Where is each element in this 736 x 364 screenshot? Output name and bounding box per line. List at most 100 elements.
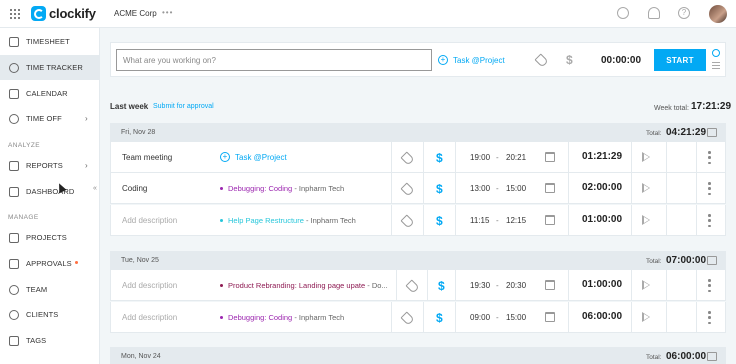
- sidebar-item-label: REPORTS: [26, 161, 63, 170]
- more-options-icon[interactable]: [708, 214, 711, 227]
- notifications-bell-icon[interactable]: [648, 7, 660, 19]
- billable-dollar-icon[interactable]: $: [438, 279, 445, 293]
- time-range-dash: -: [496, 216, 499, 225]
- entry-duration[interactable]: 06:00:00: [582, 311, 622, 322]
- entry-start-time[interactable]: 19:00: [470, 153, 490, 162]
- billable-dollar-icon[interactable]: $: [566, 53, 573, 67]
- entry-end-time[interactable]: 20:21: [506, 153, 526, 162]
- project-color-dot: [220, 219, 223, 222]
- divider: [631, 302, 632, 332]
- apps-grid-icon[interactable]: [10, 9, 20, 19]
- play-icon[interactable]: [642, 183, 650, 193]
- divider: [455, 173, 456, 203]
- divider: [696, 302, 697, 332]
- sidebar-item-time-tracker[interactable]: TIME TRACKER: [0, 55, 100, 80]
- bulk-edit-icon[interactable]: [707, 128, 717, 137]
- timer-mode-clock-icon[interactable]: [712, 49, 720, 57]
- entry-start-time[interactable]: 19:30: [470, 281, 490, 290]
- entry-description[interactable]: Coding: [122, 184, 147, 193]
- entry-description[interactable]: Add description: [122, 216, 177, 225]
- entry-start-time[interactable]: 09:00: [470, 313, 490, 322]
- sidebar-item-clients[interactable]: CLIENTS: [0, 302, 100, 327]
- tag-icon[interactable]: [400, 151, 415, 166]
- entry-start-time[interactable]: 11:15: [470, 216, 489, 225]
- divider: [631, 142, 632, 172]
- divider: [455, 302, 456, 332]
- tag-icon[interactable]: [534, 53, 549, 68]
- day-date: Mon, Nov 24: [121, 353, 161, 360]
- play-icon[interactable]: [642, 312, 650, 322]
- play-icon[interactable]: [642, 152, 650, 162]
- entry-end-time[interactable]: 12:15: [506, 216, 526, 225]
- collapse-sidebar-icon[interactable]: «: [93, 185, 97, 192]
- sidebar-item-label: TIME OFF: [26, 114, 62, 123]
- more-options-icon[interactable]: [708, 279, 711, 292]
- entry-project[interactable]: Product Rebranding: Landing page upate -…: [220, 281, 388, 290]
- start-button[interactable]: START: [654, 49, 706, 71]
- billable-dollar-icon[interactable]: $: [436, 151, 443, 165]
- entry-project[interactable]: Debugging: Coding - Inpharm Tech: [220, 313, 344, 322]
- billable-dollar-icon[interactable]: $: [436, 311, 443, 325]
- entry-duration[interactable]: 01:00:00: [582, 214, 622, 225]
- clockify-logo[interactable]: clockify: [31, 5, 96, 22]
- more-options-icon[interactable]: [708, 311, 711, 324]
- sidebar-item-timesheet[interactable]: TIMESHEET: [0, 29, 100, 54]
- entry-project[interactable]: Debugging: Coding - Inpharm Tech: [220, 184, 344, 193]
- calendar-icon[interactable]: [545, 215, 555, 225]
- divider: [666, 270, 667, 300]
- select-project-button[interactable]: + Task @Project: [438, 55, 505, 65]
- time-entry-row: Coding Debugging: Coding - Inpharm Tech …: [110, 173, 726, 204]
- entry-duration[interactable]: 01:00:00: [582, 279, 622, 290]
- entry-end-time[interactable]: 15:00: [506, 184, 526, 193]
- sidebar-item-tags[interactable]: TAGS: [0, 328, 100, 353]
- tag-icon[interactable]: [405, 279, 420, 294]
- divider: [696, 205, 697, 235]
- calendar-icon[interactable]: [545, 280, 555, 290]
- more-options-icon[interactable]: [708, 182, 711, 195]
- divider: [455, 205, 456, 235]
- sidebar-item-approvals[interactable]: APPROVALS: [0, 251, 100, 276]
- entry-end-time[interactable]: 15:00: [506, 313, 526, 322]
- workspace-more-icon[interactable]: •••: [162, 8, 173, 17]
- divider: [423, 142, 424, 172]
- manual-mode-list-icon[interactable]: [712, 62, 720, 69]
- divider: [696, 173, 697, 203]
- entry-duration[interactable]: 01:21:29: [582, 151, 622, 162]
- more-options-icon[interactable]: [708, 151, 711, 164]
- sidebar-item-dashboard[interactable]: DASHBOARD: [0, 179, 100, 204]
- calendar-icon[interactable]: [545, 183, 555, 193]
- sidebar-item-time-off[interactable]: TIME OFF ›: [0, 106, 100, 131]
- workspace-name[interactable]: ACME Corp: [114, 9, 157, 18]
- calendar-icon[interactable]: [545, 312, 555, 322]
- team-icon: [9, 284, 19, 295]
- entry-description[interactable]: Team meeting: [122, 153, 172, 162]
- play-icon[interactable]: [642, 280, 650, 290]
- sidebar-item-team[interactable]: TEAM: [0, 277, 100, 302]
- help-icon[interactable]: ?: [678, 7, 690, 19]
- description-input[interactable]: [116, 49, 432, 71]
- week-title: Last week: [110, 102, 149, 111]
- whats-new-icon[interactable]: [617, 7, 629, 19]
- sidebar-item-reports[interactable]: REPORTS ›: [0, 153, 100, 178]
- tag-icon[interactable]: [400, 311, 415, 326]
- entry-description[interactable]: Add description: [122, 281, 177, 290]
- bulk-edit-icon[interactable]: [707, 256, 717, 265]
- tag-icon[interactable]: [400, 214, 415, 229]
- submit-for-approval-link[interactable]: Submit for approval: [153, 103, 214, 110]
- user-avatar[interactable]: [709, 5, 727, 23]
- bulk-edit-icon[interactable]: [707, 352, 717, 361]
- calendar-icon[interactable]: [545, 152, 555, 162]
- entry-project-add-button[interactable]: + Task @Project: [220, 152, 287, 162]
- billable-dollar-icon[interactable]: $: [436, 182, 443, 196]
- divider: [568, 205, 569, 235]
- entry-start-time[interactable]: 13:00: [470, 184, 490, 193]
- billable-dollar-icon[interactable]: $: [436, 214, 443, 228]
- entry-duration[interactable]: 02:00:00: [582, 182, 622, 193]
- tag-icon[interactable]: [400, 182, 415, 197]
- entry-description[interactable]: Add description: [122, 313, 177, 322]
- sidebar-item-projects[interactable]: PROJECTS: [0, 225, 100, 250]
- play-icon[interactable]: [642, 215, 650, 225]
- entry-project[interactable]: Help Page Restructure - Inpharm Tech: [220, 216, 356, 225]
- sidebar-item-calendar[interactable]: CALENDAR: [0, 81, 100, 106]
- entry-end-time[interactable]: 20:30: [506, 281, 526, 290]
